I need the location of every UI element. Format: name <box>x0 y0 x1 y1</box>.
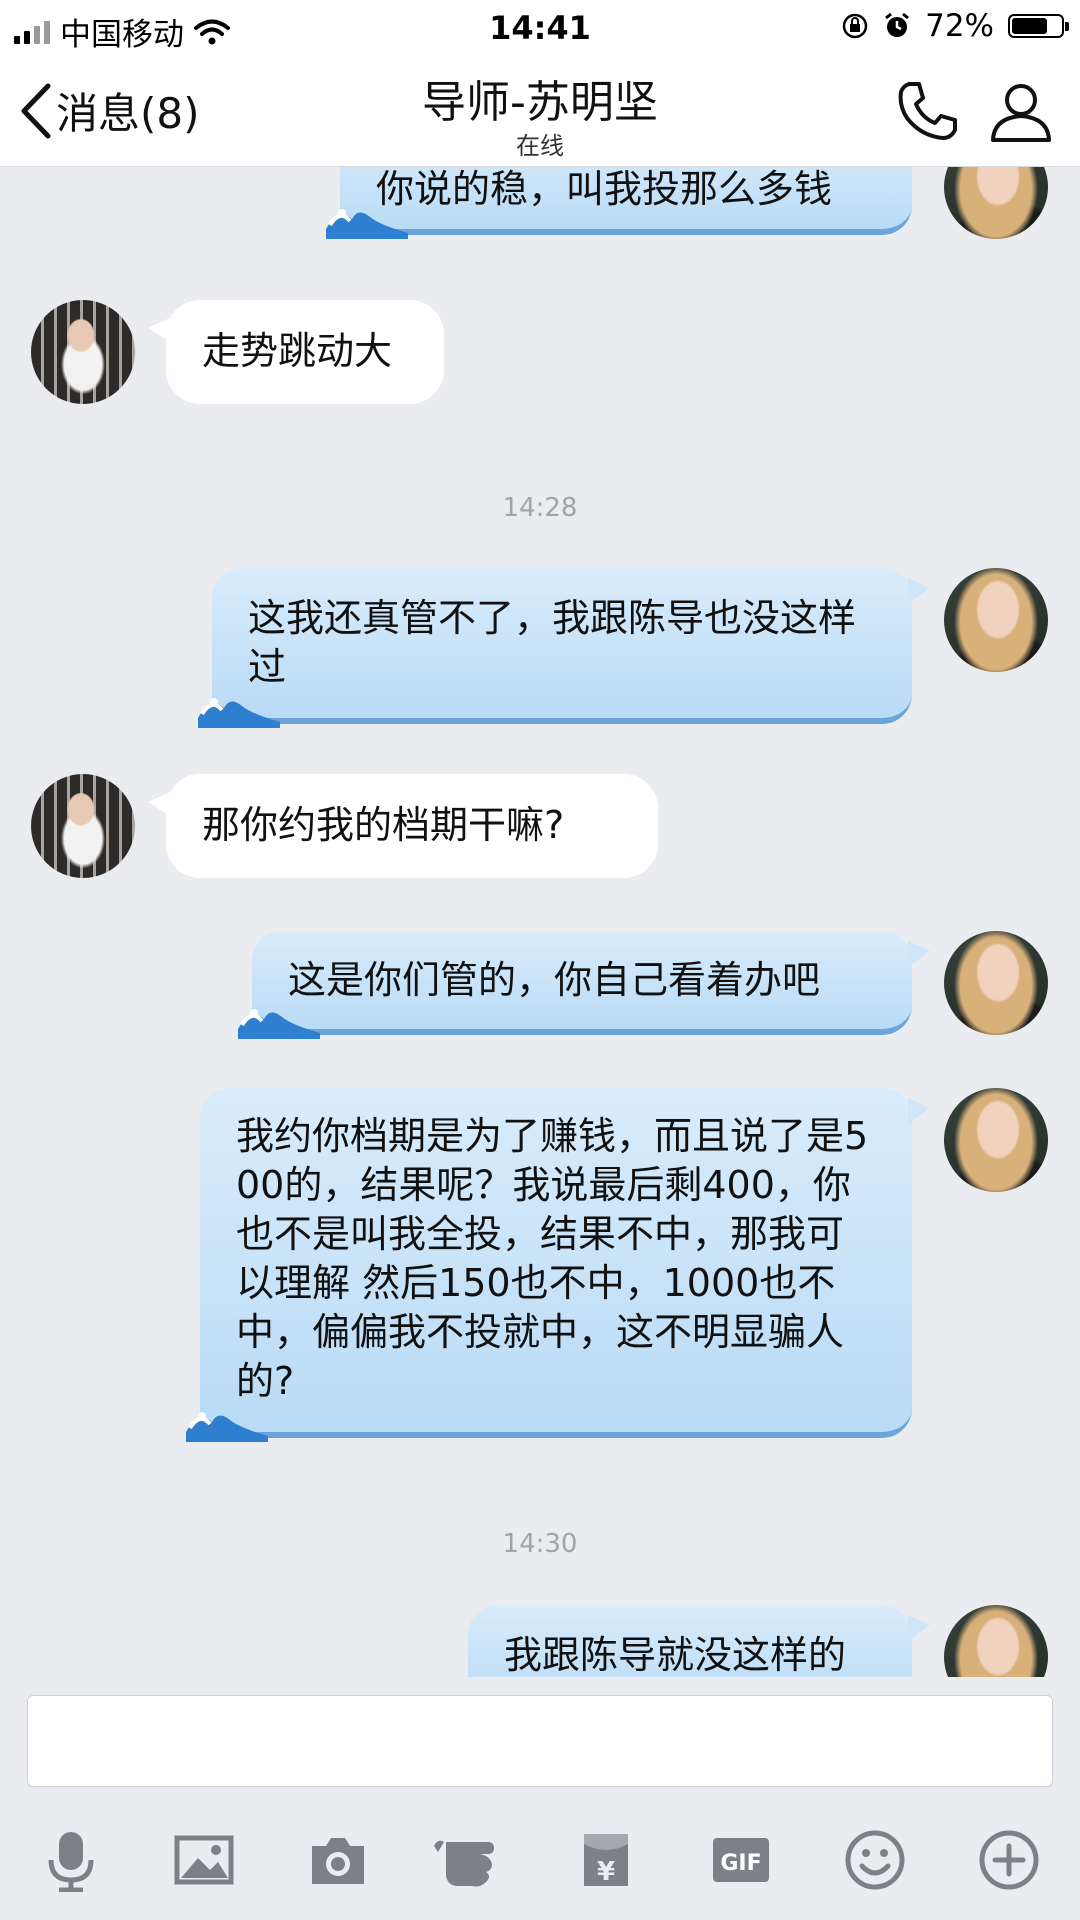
timestamp: 14:30 <box>502 1529 578 1559</box>
message-list[interactable]: 你说的稳，叫我投那么多钱 走势跳动大 14:28 这我还真管不了，我跟陈导也没这… <box>0 167 1080 1677</box>
message-row: 这我还真管不了，我跟陈导也没这样过 <box>0 568 1080 728</box>
message-bubble[interactable]: 这我还真管不了，我跟陈导也没这样过 <box>198 568 930 728</box>
alarm-icon <box>885 12 910 37</box>
image-icon[interactable] <box>172 1828 236 1892</box>
camera-icon[interactable] <box>306 1828 370 1892</box>
message-text: 走势跳动大 <box>202 329 393 373</box>
message-input[interactable] <box>27 1695 1053 1787</box>
status-bar: 中国移动 14:41 72% <box>0 0 1080 54</box>
message-bubble[interactable]: 这是你们管的，你自己看着办吧 <box>238 931 930 1039</box>
plus-icon[interactable] <box>977 1828 1041 1892</box>
input-area <box>0 1677 1080 1787</box>
avatar[interactable] <box>31 774 135 878</box>
input-toolbar: ¥ GIF <box>0 1800 1080 1920</box>
battery-percent: 72% <box>925 8 994 44</box>
wave-decoration-icon <box>198 698 280 728</box>
message-row: 你说的稳，叫我投那么多钱 <box>0 167 1080 245</box>
message-row: 走势跳动大 <box>0 300 1080 410</box>
avatar[interactable] <box>31 300 135 404</box>
message-text: 我跟陈导就没这样的 <box>504 1633 847 1677</box>
message-row: 这是你们管的，你自己看着办吧 <box>0 931 1080 1041</box>
wave-decoration-icon <box>186 1412 268 1442</box>
timestamp: 14:28 <box>502 493 578 523</box>
avatar[interactable] <box>944 1605 1048 1677</box>
gif-icon[interactable]: GIF <box>709 1828 773 1892</box>
avatar[interactable] <box>944 931 1048 1035</box>
status-right: 72% <box>841 8 1069 44</box>
message-text: 这是你们管的，你自己看着办吧 <box>288 958 821 1002</box>
avatar[interactable] <box>944 1088 1048 1192</box>
chat-screen: 中国移动 14:41 72% 消息(8) 导师-苏明坚 在线 你说的稳，叫我投那… <box>0 0 1080 1920</box>
message-text: 那你约我的档期干嘛? <box>202 803 565 847</box>
message-row: 我约你档期是为了赚钱，而且说了是500的，结果呢？我说最后剩400，你也不是叫我… <box>0 1088 1080 1448</box>
message-text: 这我还真管不了，我跟陈导也没这样过 <box>248 596 857 689</box>
poke-icon[interactable] <box>432 1828 512 1892</box>
message-bubble[interactable]: 那你约我的档期干嘛? <box>148 774 658 878</box>
message-bubble[interactable]: 走势跳动大 <box>148 300 444 404</box>
message-bubble[interactable]: 我跟陈导就没这样的 <box>468 1605 930 1677</box>
message-bubble[interactable]: 你说的稳，叫我投那么多钱 <box>326 167 930 239</box>
red-packet-icon[interactable]: ¥ <box>574 1828 638 1892</box>
call-button[interactable] <box>895 78 961 148</box>
phone-icon <box>898 82 957 140</box>
svg-text:¥: ¥ <box>597 1857 615 1887</box>
message-row: 我跟陈导就没这样的 <box>0 1605 1080 1677</box>
avatar[interactable] <box>944 167 1048 239</box>
message-text: 我约你档期是为了赚钱，而且说了是500的，结果呢？我说最后剩400，你也不是叫我… <box>236 1114 869 1403</box>
avatar[interactable] <box>944 568 1048 672</box>
message-row: 那你约我的档期干嘛? <box>0 774 1080 884</box>
battery-icon <box>1008 14 1069 38</box>
wave-decoration-icon <box>326 209 408 239</box>
message-text: 你说的稳，叫我投那么多钱 <box>376 167 833 211</box>
nav-bar: 消息(8) 导师-苏明坚 在线 <box>0 54 1080 167</box>
message-bubble[interactable]: 我约你档期是为了赚钱，而且说了是500的，结果呢？我说最后剩400，你也不是叫我… <box>186 1088 930 1442</box>
emoji-icon[interactable] <box>843 1828 907 1892</box>
svg-text:GIF: GIF <box>720 1851 761 1876</box>
person-icon <box>991 84 1051 142</box>
microphone-icon[interactable] <box>39 1828 103 1893</box>
wave-decoration-icon <box>238 1009 320 1039</box>
profile-button[interactable] <box>988 78 1054 148</box>
rotation-lock-icon <box>842 13 868 39</box>
